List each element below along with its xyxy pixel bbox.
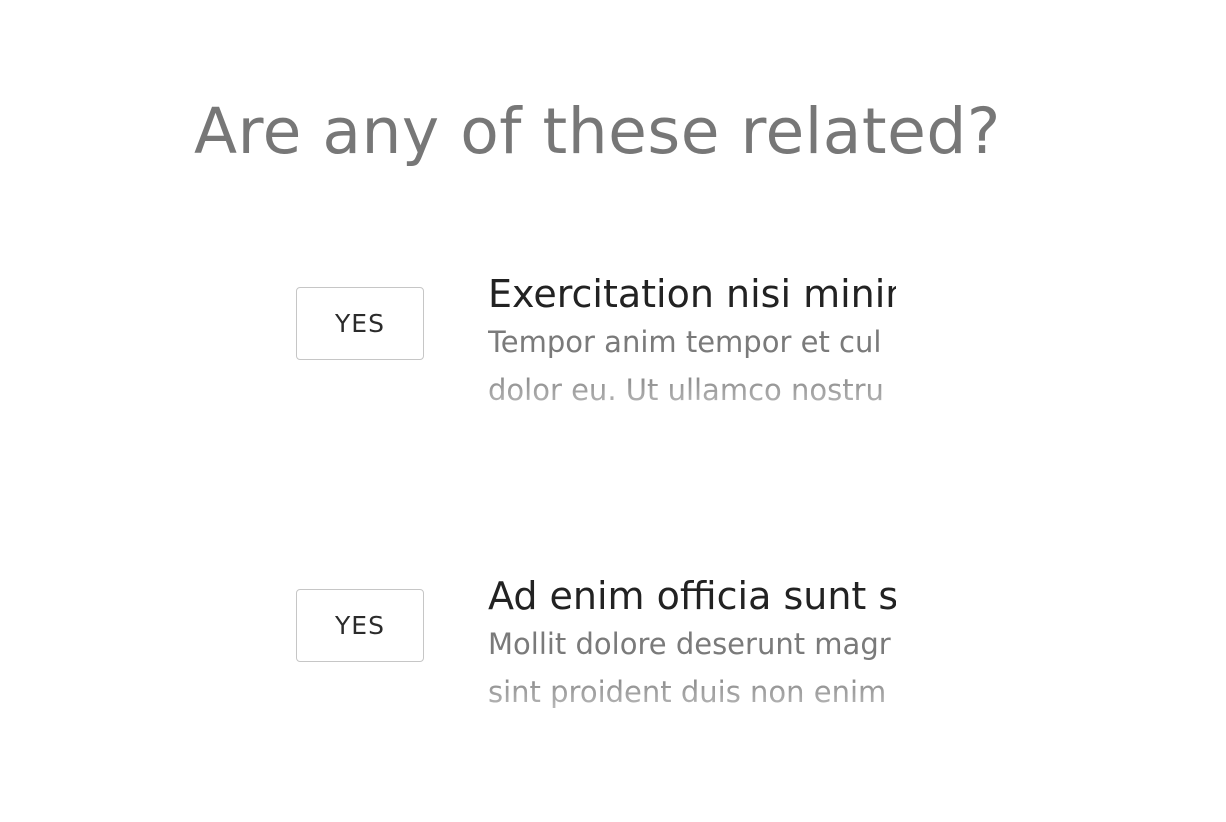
suggestion-body: Mollit dolore deserunt magr sint proiden…: [488, 620, 896, 712]
suggestion-title: Ad enim officia sunt s: [488, 574, 896, 618]
suggestion-body: Tempor anim tempor et cul dolor eu. Ut u…: [488, 318, 896, 410]
suggestion-text: Ad enim officia sunt s Mollit dolore des…: [488, 572, 896, 712]
suggestion-body-line: Mollit dolore deserunt magr: [488, 627, 891, 661]
yes-button[interactable]: YES: [296, 287, 424, 360]
suggestion-title: Exercitation nisi minim: [488, 272, 896, 316]
suggestion-body-line: dolor eu. Ut ullamco nostru: [488, 373, 884, 407]
suggestion-item: YES Exercitation nisi minim Tempor anim …: [296, 270, 896, 410]
suggestion-body-line: Tempor anim tempor et cul: [488, 325, 882, 359]
page: Are any of these related? YES Exercitati…: [0, 0, 1226, 822]
suggestion-item: YES Ad enim officia sunt s Mollit dolore…: [296, 572, 896, 712]
suggestion-text: Exercitation nisi minim Tempor anim temp…: [488, 270, 896, 410]
yes-button[interactable]: YES: [296, 589, 424, 662]
suggestion-body-line: sint proident duis non enim: [488, 675, 887, 709]
page-title: Are any of these related?: [194, 95, 1001, 168]
